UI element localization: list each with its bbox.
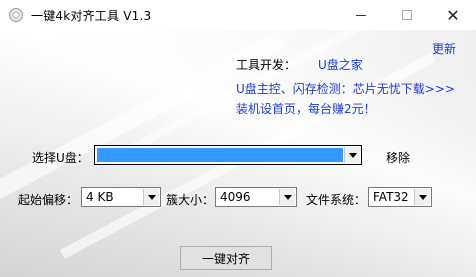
maximize-icon: [402, 10, 412, 20]
offset-select-arrow[interactable]: [143, 189, 159, 205]
close-button[interactable]: ✕: [430, 0, 476, 30]
filesystem-select-arrow[interactable]: [414, 189, 430, 205]
remove-button[interactable]: 移除: [386, 149, 410, 166]
window-title: 一键4k对齐工具 V1.3: [31, 8, 152, 23]
align-button-label: 一键对齐: [201, 251, 250, 266]
title-bar[interactable]: 一键4k对齐工具 V1.3 ✕: [0, 0, 476, 30]
filesystem-label: 文件系统：: [306, 193, 367, 207]
cluster-select-arrow[interactable]: [279, 189, 295, 205]
update-link[interactable]: 更新: [432, 40, 456, 57]
developer-link[interactable]: U盘之家: [318, 56, 363, 73]
filesystem-value: FAT32: [373, 190, 409, 204]
cluster-label: 簇大小：: [166, 193, 215, 207]
disk-select[interactable]: [94, 145, 362, 165]
minimize-icon: [356, 14, 366, 16]
chevron-down-icon: [283, 194, 292, 200]
offset-value: 4 KB: [86, 190, 114, 204]
chip-download-link[interactable]: U盘主控、闪存检测：芯片无忧下载>>>: [236, 80, 455, 97]
developer-label: 工具开发：: [236, 58, 297, 72]
disk-select-highlight: [97, 148, 343, 162]
close-icon: ✕: [446, 5, 460, 25]
disc-icon: [9, 8, 23, 22]
offset-select[interactable]: 4 KB: [81, 187, 161, 207]
window-controls: ✕: [338, 0, 476, 30]
align-button[interactable]: 一键对齐: [180, 246, 272, 270]
chevron-down-icon: [147, 194, 156, 200]
disk-select-arrow[interactable]: [344, 147, 360, 163]
app-window: 一键4k对齐工具 V1.3 ✕ 更新 工具开发： U盘之家 U盘主控、闪存检测：…: [0, 0, 476, 277]
offset-label: 起始偏移：: [18, 193, 79, 207]
chevron-down-icon: [348, 152, 357, 158]
cluster-select[interactable]: 4096: [215, 187, 297, 207]
filesystem-select[interactable]: FAT32: [368, 187, 432, 207]
cluster-value: 4096: [220, 190, 251, 204]
homepage-promo-link[interactable]: 装机设首页，每台赚2元！: [236, 100, 376, 117]
select-disk-label: 选择U盘：: [32, 151, 89, 165]
maximize-button[interactable]: [384, 0, 430, 30]
chevron-down-icon: [418, 194, 427, 200]
minimize-button[interactable]: [338, 0, 384, 30]
